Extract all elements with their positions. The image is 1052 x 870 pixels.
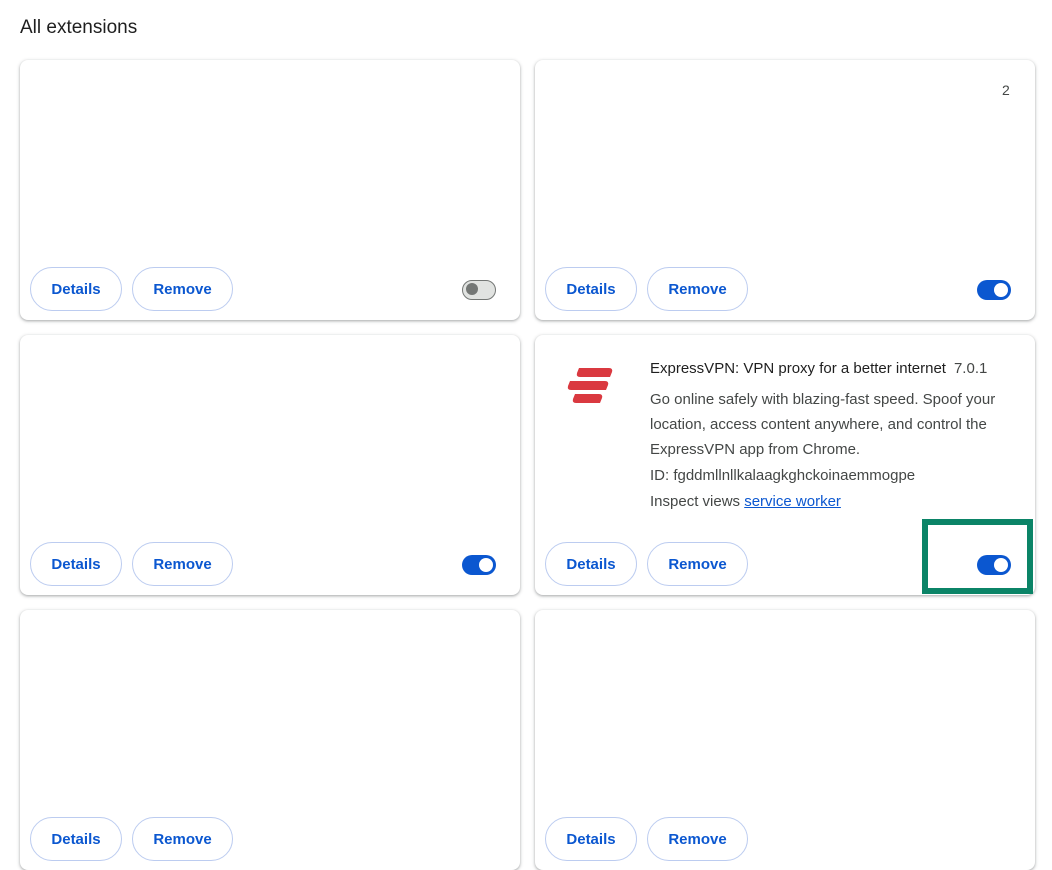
enable-toggle[interactable]: [977, 555, 1011, 575]
toggle-knob: [994, 558, 1008, 572]
inspect-views: Inspect views service worker: [650, 493, 841, 510]
details-button[interactable]: Details: [30, 542, 122, 586]
details-button[interactable]: Details: [30, 267, 122, 311]
toggle-knob: [994, 283, 1008, 297]
extension-version: 7.0.1: [953, 360, 988, 377]
remove-button[interactable]: Remove: [647, 817, 748, 861]
extension-card: Details Remove: [20, 610, 520, 870]
extension-card: Details Remove: [535, 610, 1035, 870]
extension-description: Go online safely with blazing-fast speed…: [650, 391, 996, 458]
stray-glyph: 2: [1002, 82, 1010, 98]
remove-button[interactable]: Remove: [132, 267, 233, 311]
enable-toggle[interactable]: [462, 555, 496, 575]
extension-name: ExpressVPN: VPN proxy for a better inter…: [650, 360, 946, 377]
inspect-views-label: Inspect views: [650, 493, 741, 510]
extension-card: Details Remove: [20, 60, 520, 320]
extension-id: ID: fgddmllnllkalaagkghckoinaemmogpe: [650, 467, 916, 484]
remove-button[interactable]: Remove: [647, 542, 748, 586]
extension-card: 2 Details Remove: [535, 60, 1035, 320]
section-title: All extensions: [20, 17, 138, 38]
extension-card: Details Remove: [20, 335, 520, 595]
service-worker-link[interactable]: service worker: [744, 493, 841, 510]
extension-card-expressvpn: ExpressVPN: VPN proxy for a better inter…: [535, 335, 1035, 595]
details-button[interactable]: Details: [30, 817, 122, 861]
details-button[interactable]: Details: [545, 542, 637, 586]
details-button[interactable]: Details: [545, 267, 637, 311]
enable-toggle[interactable]: [977, 280, 1011, 300]
toggle-knob: [466, 283, 478, 295]
enable-toggle[interactable]: [462, 280, 496, 300]
toggle-knob: [479, 558, 493, 572]
remove-button[interactable]: Remove: [132, 542, 233, 586]
remove-button[interactable]: Remove: [647, 267, 748, 311]
extension-name-row: ExpressVPN: VPN proxy for a better inter…: [650, 360, 987, 377]
details-button[interactable]: Details: [545, 817, 637, 861]
remove-button[interactable]: Remove: [132, 817, 233, 861]
expressvpn-logo-icon: [567, 368, 613, 403]
